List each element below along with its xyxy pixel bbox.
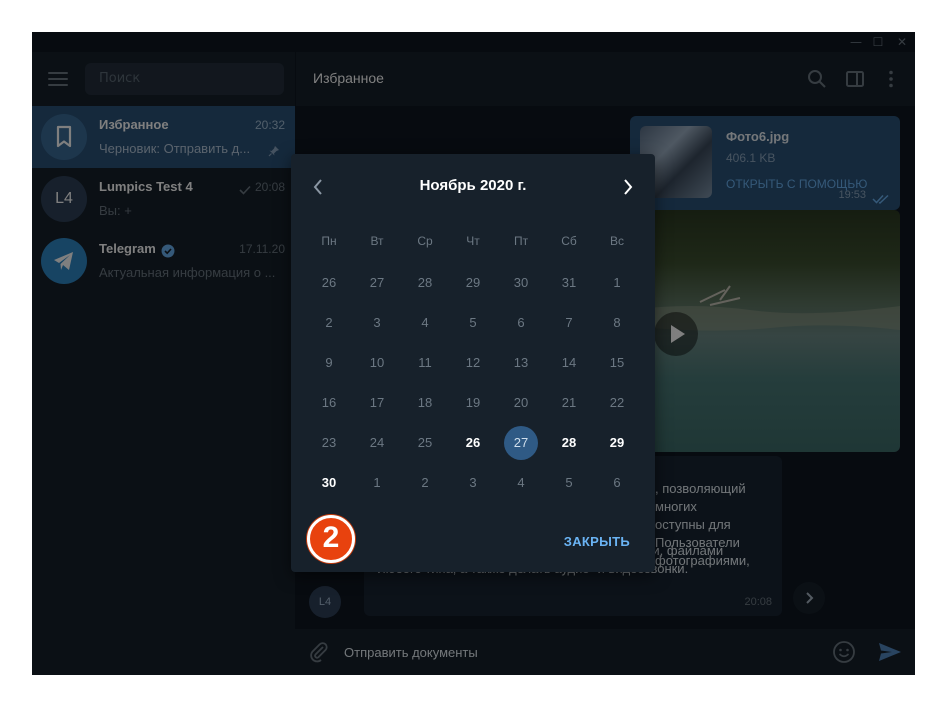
calendar-day: 26 (321, 275, 337, 290)
calendar-day: 24 (369, 435, 385, 450)
calendar-day: 6 (613, 475, 621, 490)
calendar-day: 12 (465, 355, 481, 370)
calendar-day[interactable]: 26 (456, 426, 490, 460)
weekday-label: Чт (466, 234, 480, 248)
close-calendar-button[interactable]: ЗАКРЫТЬ (564, 534, 630, 549)
calendar-day: 11 (418, 355, 432, 370)
calendar-day: 25 (417, 435, 433, 450)
calendar-day[interactable]: 27 (504, 426, 538, 460)
weekday-label: Пт (513, 234, 529, 248)
calendar-month-title: Ноябрь 2020 г. (419, 177, 527, 194)
calendar-day: 31 (561, 275, 577, 290)
calendar-day: 1 (373, 475, 381, 490)
weekday-label: Сб (561, 234, 577, 248)
calendar-day: 6 (517, 315, 525, 330)
calendar-day: 16 (321, 395, 337, 410)
calendar-day: 5 (469, 315, 477, 330)
weekday-label: Вс (609, 234, 624, 248)
weekday-label: Ср (417, 234, 433, 248)
calendar-day: 5 (565, 475, 573, 490)
weekday-label: Вт (370, 234, 384, 248)
calendar-day: 2 (421, 475, 429, 490)
calendar-day: 18 (417, 395, 433, 410)
weekday-label: Пн (321, 234, 337, 248)
calendar-day: 21 (561, 395, 577, 410)
step-number-badge: 2 (307, 515, 355, 563)
calendar-day: 14 (561, 355, 577, 370)
calendar-day: 20 (513, 395, 529, 410)
calendar-day: 2 (325, 315, 333, 330)
calendar-day: 23 (321, 435, 337, 450)
calendar-day[interactable]: 29 (600, 426, 634, 460)
calendar-day: 10 (369, 355, 385, 370)
calendar-day: 8 (613, 315, 621, 330)
calendar-popup: Ноябрь 2020 г. Пн Вт Ср Чт Пт Сб Вс 26 27 28 29 30… (291, 154, 655, 572)
calendar-day: 3 (469, 475, 477, 490)
calendar-day[interactable]: 30 (312, 466, 346, 500)
calendar-day: 9 (325, 355, 333, 370)
calendar-day[interactable]: 28 (552, 426, 586, 460)
calendar-day: 4 (421, 315, 429, 330)
calendar-day: 1 (613, 275, 621, 290)
calendar-day: 28 (417, 275, 433, 290)
calendar-day: 19 (465, 395, 481, 410)
calendar-day: 4 (517, 475, 525, 490)
calendar-day: 7 (565, 315, 573, 330)
calendar-day: 13 (513, 355, 529, 370)
calendar-day: 15 (609, 355, 625, 370)
calendar-day: 17 (369, 395, 385, 410)
calendar-day: 22 (609, 395, 625, 410)
calendar-day: 29 (465, 275, 481, 290)
calendar-day: 27 (369, 275, 385, 290)
calendar-day: 30 (513, 275, 529, 290)
calendar-day: 3 (373, 315, 381, 330)
next-month-button[interactable] (616, 174, 640, 200)
